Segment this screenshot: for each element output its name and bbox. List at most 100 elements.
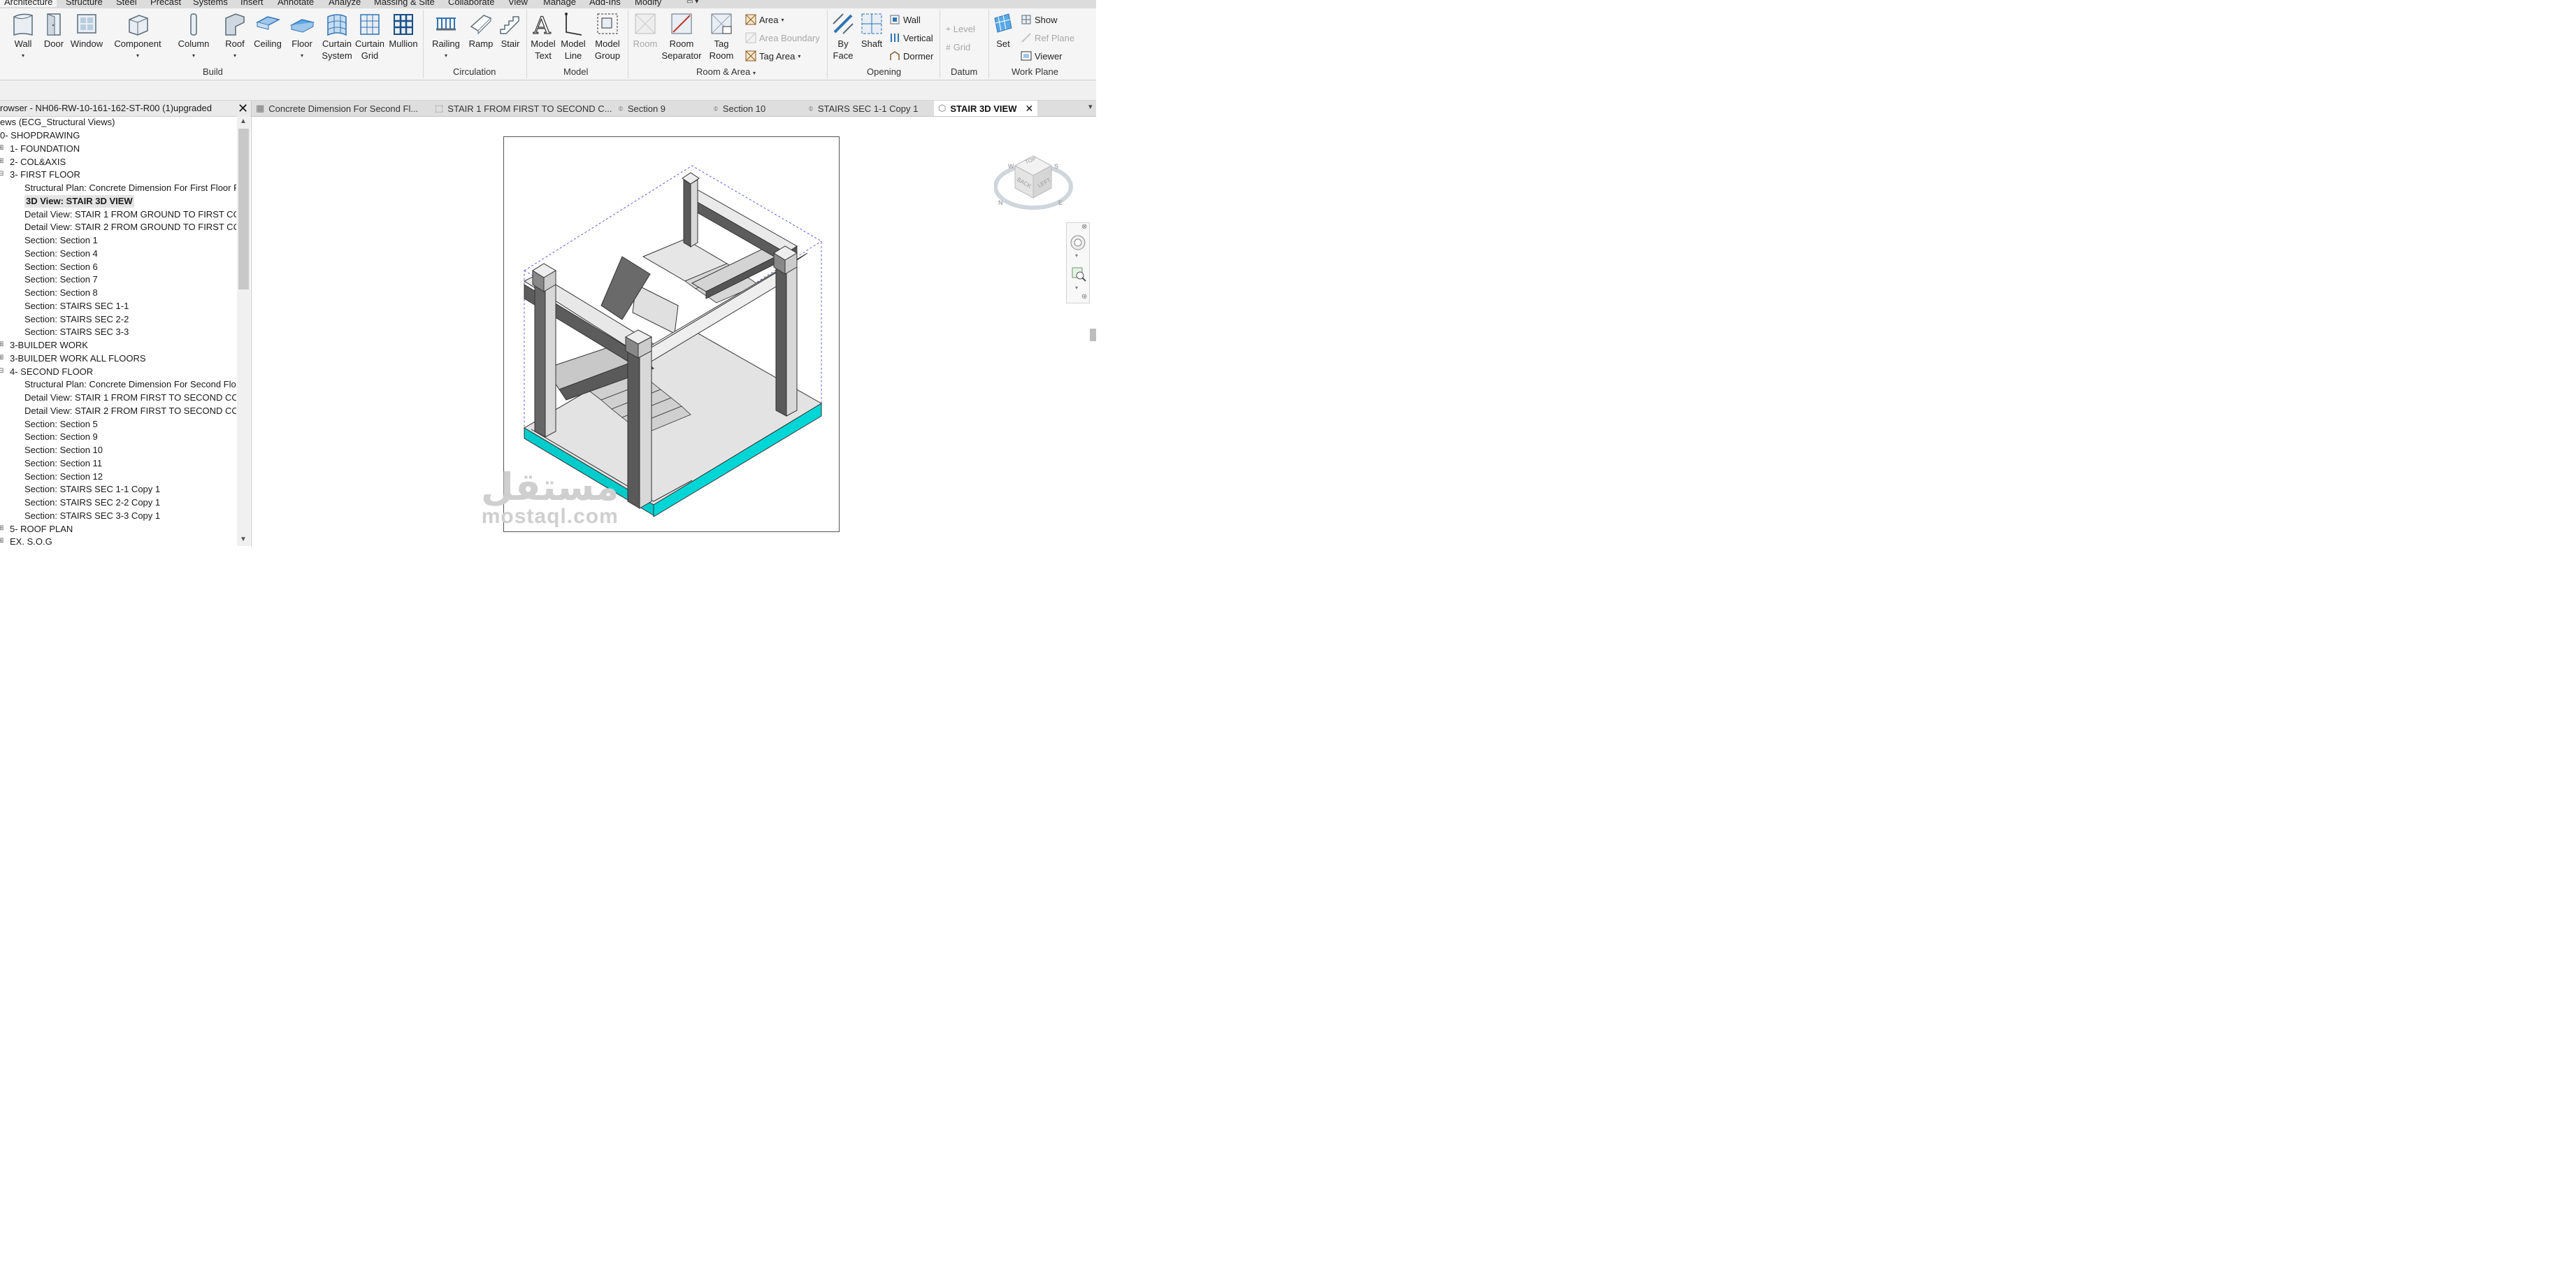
tree-root[interactable]: ews (ECG_Structural Views): [0, 116, 115, 129]
opening-by-face-button[interactable]: By Face: [829, 11, 857, 62]
model-text-button[interactable]: A Model Text: [528, 11, 558, 62]
tree-item[interactable]: Section: Section 10: [24, 444, 103, 457]
viewcube[interactable]: TOP BACK LEFT W S N E: [993, 148, 1075, 220]
browser-scrollbar[interactable]: ▲ ▼: [237, 116, 250, 546]
shaft-button[interactable]: Shaft: [858, 11, 885, 50]
tab-collaborate[interactable]: Collaborate: [448, 0, 495, 7]
ceiling-button[interactable]: Ceiling: [252, 11, 284, 50]
tree-item[interactable]: Section: STAIRS SEC 3-3 Copy 1: [24, 510, 160, 522]
compass-w-label[interactable]: W: [1008, 163, 1014, 170]
tree-item[interactable]: 2- COL&AXIS: [10, 156, 66, 169]
tree-item[interactable]: Section: STAIRS SEC 2-2 Copy 1: [24, 496, 160, 509]
tree-item[interactable]: 0- SHOPDRAWING: [0, 129, 80, 142]
ref-plane-button[interactable]: Ref Plane: [1021, 32, 1074, 43]
tree-item[interactable]: Section: Section 5: [24, 418, 98, 431]
expand-icon[interactable]: ⊞: [0, 354, 3, 361]
tree-item[interactable]: Section: STAIRS SEC 2-2: [24, 313, 129, 326]
tree-item[interactable]: Section: Section 11: [24, 457, 102, 470]
view-tab[interactable]: ⌽ STAIRS SEC 1-1 Copy 1: [808, 101, 918, 116]
expand-icon[interactable]: ⊞: [0, 537, 3, 545]
scrollbar-thumb[interactable]: [238, 129, 249, 289]
show-work-plane-button[interactable]: Show: [1021, 14, 1058, 25]
close-tab-icon[interactable]: ✕: [1025, 103, 1033, 115]
tree-item[interactable]: Section: STAIRS SEC 1-1 Copy 1: [24, 483, 160, 496]
tab-add-ins[interactable]: Add-Ins: [589, 0, 621, 7]
expand-icon[interactable]: ⊞: [0, 524, 3, 532]
grid-button[interactable]: # Grid: [946, 42, 970, 52]
set-work-plane-button[interactable]: Set: [991, 11, 1015, 50]
tree-item[interactable]: 5- ROOF PLAN: [10, 523, 73, 536]
ramp-button[interactable]: Ramp: [467, 11, 495, 50]
opening-dormer-button[interactable]: Dormer: [889, 50, 933, 62]
tabs-overflow-icon[interactable]: ▾: [1088, 102, 1093, 111]
opening-vertical-button[interactable]: Vertical: [889, 32, 933, 43]
tree-item[interactable]: 3-BUILDER WORK ALL FLOORS: [10, 352, 146, 365]
tab-steel[interactable]: Steel: [116, 0, 137, 7]
compass-s-label[interactable]: S: [1054, 163, 1058, 170]
tree-item[interactable]: EX. S.O.G: [10, 536, 52, 546]
scroll-down-icon[interactable]: ▼: [240, 536, 247, 543]
compass-e-label[interactable]: E: [1058, 199, 1063, 206]
close-icon[interactable]: ✕: [238, 102, 248, 115]
close-icon[interactable]: ⊗: [1081, 223, 1087, 231]
tree-item[interactable]: Section: Section 4: [24, 248, 98, 260]
tab-systems[interactable]: Systems: [193, 0, 228, 7]
chevron-down-icon[interactable]: ▾: [1075, 252, 1078, 259]
tag-area-button[interactable]: Tag Area ▾: [745, 50, 800, 62]
tree-item[interactable]: 1- FOUNDATION: [10, 143, 80, 155]
opening-wall-button[interactable]: Wall: [889, 14, 921, 25]
level-button[interactable]: ⌖ Level: [946, 24, 975, 34]
model-group-button[interactable]: Model Group: [591, 11, 624, 62]
tag-room-button[interactable]: Tag Room: [706, 11, 737, 62]
room-button[interactable]: Room: [632, 11, 659, 50]
settings-icon[interactable]: ⊛: [1081, 293, 1087, 301]
tree-item[interactable]: Section: Section 12: [24, 471, 103, 483]
tree-item[interactable]: Section: STAIRS SEC 3-3: [24, 326, 129, 338]
expand-icon[interactable]: ⊞: [0, 157, 3, 165]
area-button[interactable]: Area ▾: [745, 14, 784, 25]
tab-analyze[interactable]: Analyze: [329, 0, 361, 7]
stair-button[interactable]: Stair: [496, 11, 524, 50]
group-room-area-label[interactable]: Room & Area ▾: [696, 66, 756, 77]
tree-item[interactable]: Section: STAIRS SEC 1-1: [24, 300, 129, 313]
tab-insert[interactable]: Insert: [240, 0, 264, 7]
roof-button[interactable]: Roof ▾: [221, 11, 249, 62]
room-separator-button[interactable]: Room Separator: [661, 11, 702, 62]
component-button[interactable]: Component ▾: [112, 11, 164, 62]
chevron-down-icon[interactable]: ▾: [1075, 285, 1078, 291]
tab-modify[interactable]: Modify: [635, 0, 661, 7]
curtain-system-button[interactable]: Curtain System: [320, 11, 354, 62]
column-button[interactable]: Column ▾: [176, 11, 211, 62]
compass-n-label[interactable]: N: [998, 199, 1003, 206]
tree-item[interactable]: Section: Section 6: [24, 261, 98, 273]
view-scrollbar-thumb[interactable]: [1090, 329, 1096, 341]
tree-item[interactable]: Detail View: STAIR 2 FROM GROUND TO FIRS…: [24, 221, 236, 234]
view-tab[interactable]: ▦ Concrete Dimension For Second Fl...: [256, 101, 418, 116]
tab-annotate[interactable]: Annotate: [278, 0, 314, 7]
view-tab[interactable]: ⬡ STAIR 3D VIEW ✕: [934, 101, 1038, 116]
tree-item[interactable]: Structural Plan: Concrete Dimension For …: [24, 378, 236, 391]
tab-view[interactable]: View: [508, 0, 528, 7]
tree-item[interactable]: Detail View: STAIR 1 FROM GROUND TO FIRS…: [24, 208, 236, 221]
curtain-grid-button[interactable]: Curtain Grid: [355, 11, 384, 62]
tab-manage[interactable]: Manage: [543, 0, 576, 7]
railing-button[interactable]: Railing ▾: [431, 11, 461, 62]
window-button[interactable]: Window: [70, 11, 103, 50]
view-tab[interactable]: ⬚ STAIR 1 FROM FIRST TO SECOND C...: [435, 101, 612, 116]
view-tab[interactable]: ⌽ Section 9: [618, 101, 665, 116]
door-button[interactable]: Door: [42, 11, 66, 50]
tab-precast[interactable]: Precast: [150, 0, 181, 7]
tree-item[interactable]: Section: Section 8: [24, 287, 98, 299]
tree-item[interactable]: Detail View: STAIR 1 FROM FIRST TO SECON…: [24, 392, 236, 404]
tree-item[interactable]: Section: Section 9: [24, 431, 98, 443]
contextual-dropdown-icon[interactable]: ▭ ▾: [686, 0, 698, 6]
scroll-up-icon[interactable]: ▲: [240, 117, 247, 125]
view-tab[interactable]: ⌽ Section 10: [713, 101, 765, 116]
tab-architecture[interactable]: Architecture: [0, 0, 57, 7]
model-line-button[interactable]: Model Line: [559, 11, 587, 62]
tree-item[interactable]: 3- FIRST FLOOR: [10, 169, 80, 181]
tab-structure[interactable]: Structure: [66, 0, 103, 7]
zoom-region-icon[interactable]: [1071, 266, 1086, 282]
tab-massing-site[interactable]: Massing & Site: [374, 0, 435, 7]
mullion-button[interactable]: Mullion: [387, 11, 419, 50]
